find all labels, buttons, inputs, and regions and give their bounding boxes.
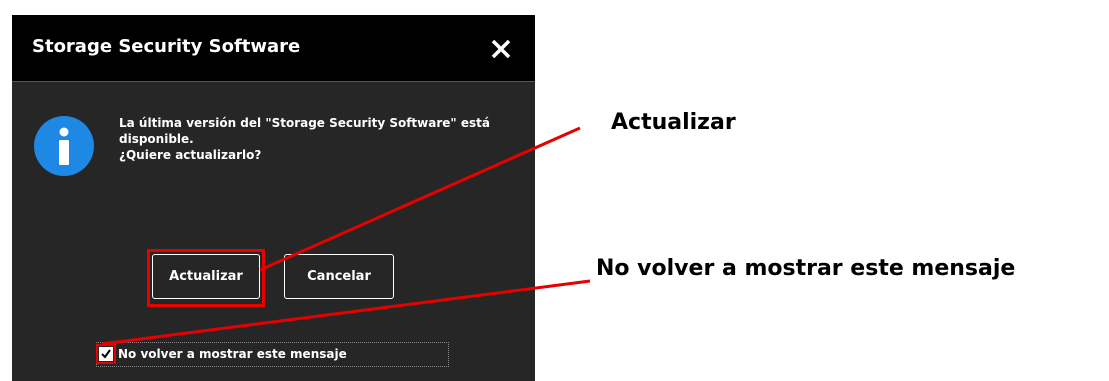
close-icon[interactable]	[487, 35, 515, 63]
annotation-update-label: Actualizar	[611, 110, 736, 135]
update-highlight-box	[147, 249, 265, 307]
dialog-message: La última versión del "Storage Security …	[119, 115, 519, 163]
dont-show-again-label: No volver a mostrar este mensaje	[118, 347, 347, 361]
cancel-button[interactable]: Cancelar	[284, 254, 394, 299]
dont-show-again-row[interactable]: No volver a mostrar este mensaje	[96, 342, 449, 367]
dialog-title: Storage Security Software	[32, 36, 301, 57]
message-line: disponible.	[119, 132, 194, 146]
info-icon	[34, 116, 94, 176]
message-line: La última versión del "Storage Security …	[119, 116, 490, 130]
update-dialog: Storage Security Software La última vers…	[12, 15, 535, 381]
title-divider	[12, 81, 535, 82]
checkbox-highlight-box	[96, 344, 116, 364]
annotation-no-show-label: No volver a mostrar este mensaje	[596, 256, 1016, 281]
message-line: ¿Quiere actualizarlo?	[119, 148, 262, 162]
title-bar: Storage Security Software	[12, 15, 535, 81]
